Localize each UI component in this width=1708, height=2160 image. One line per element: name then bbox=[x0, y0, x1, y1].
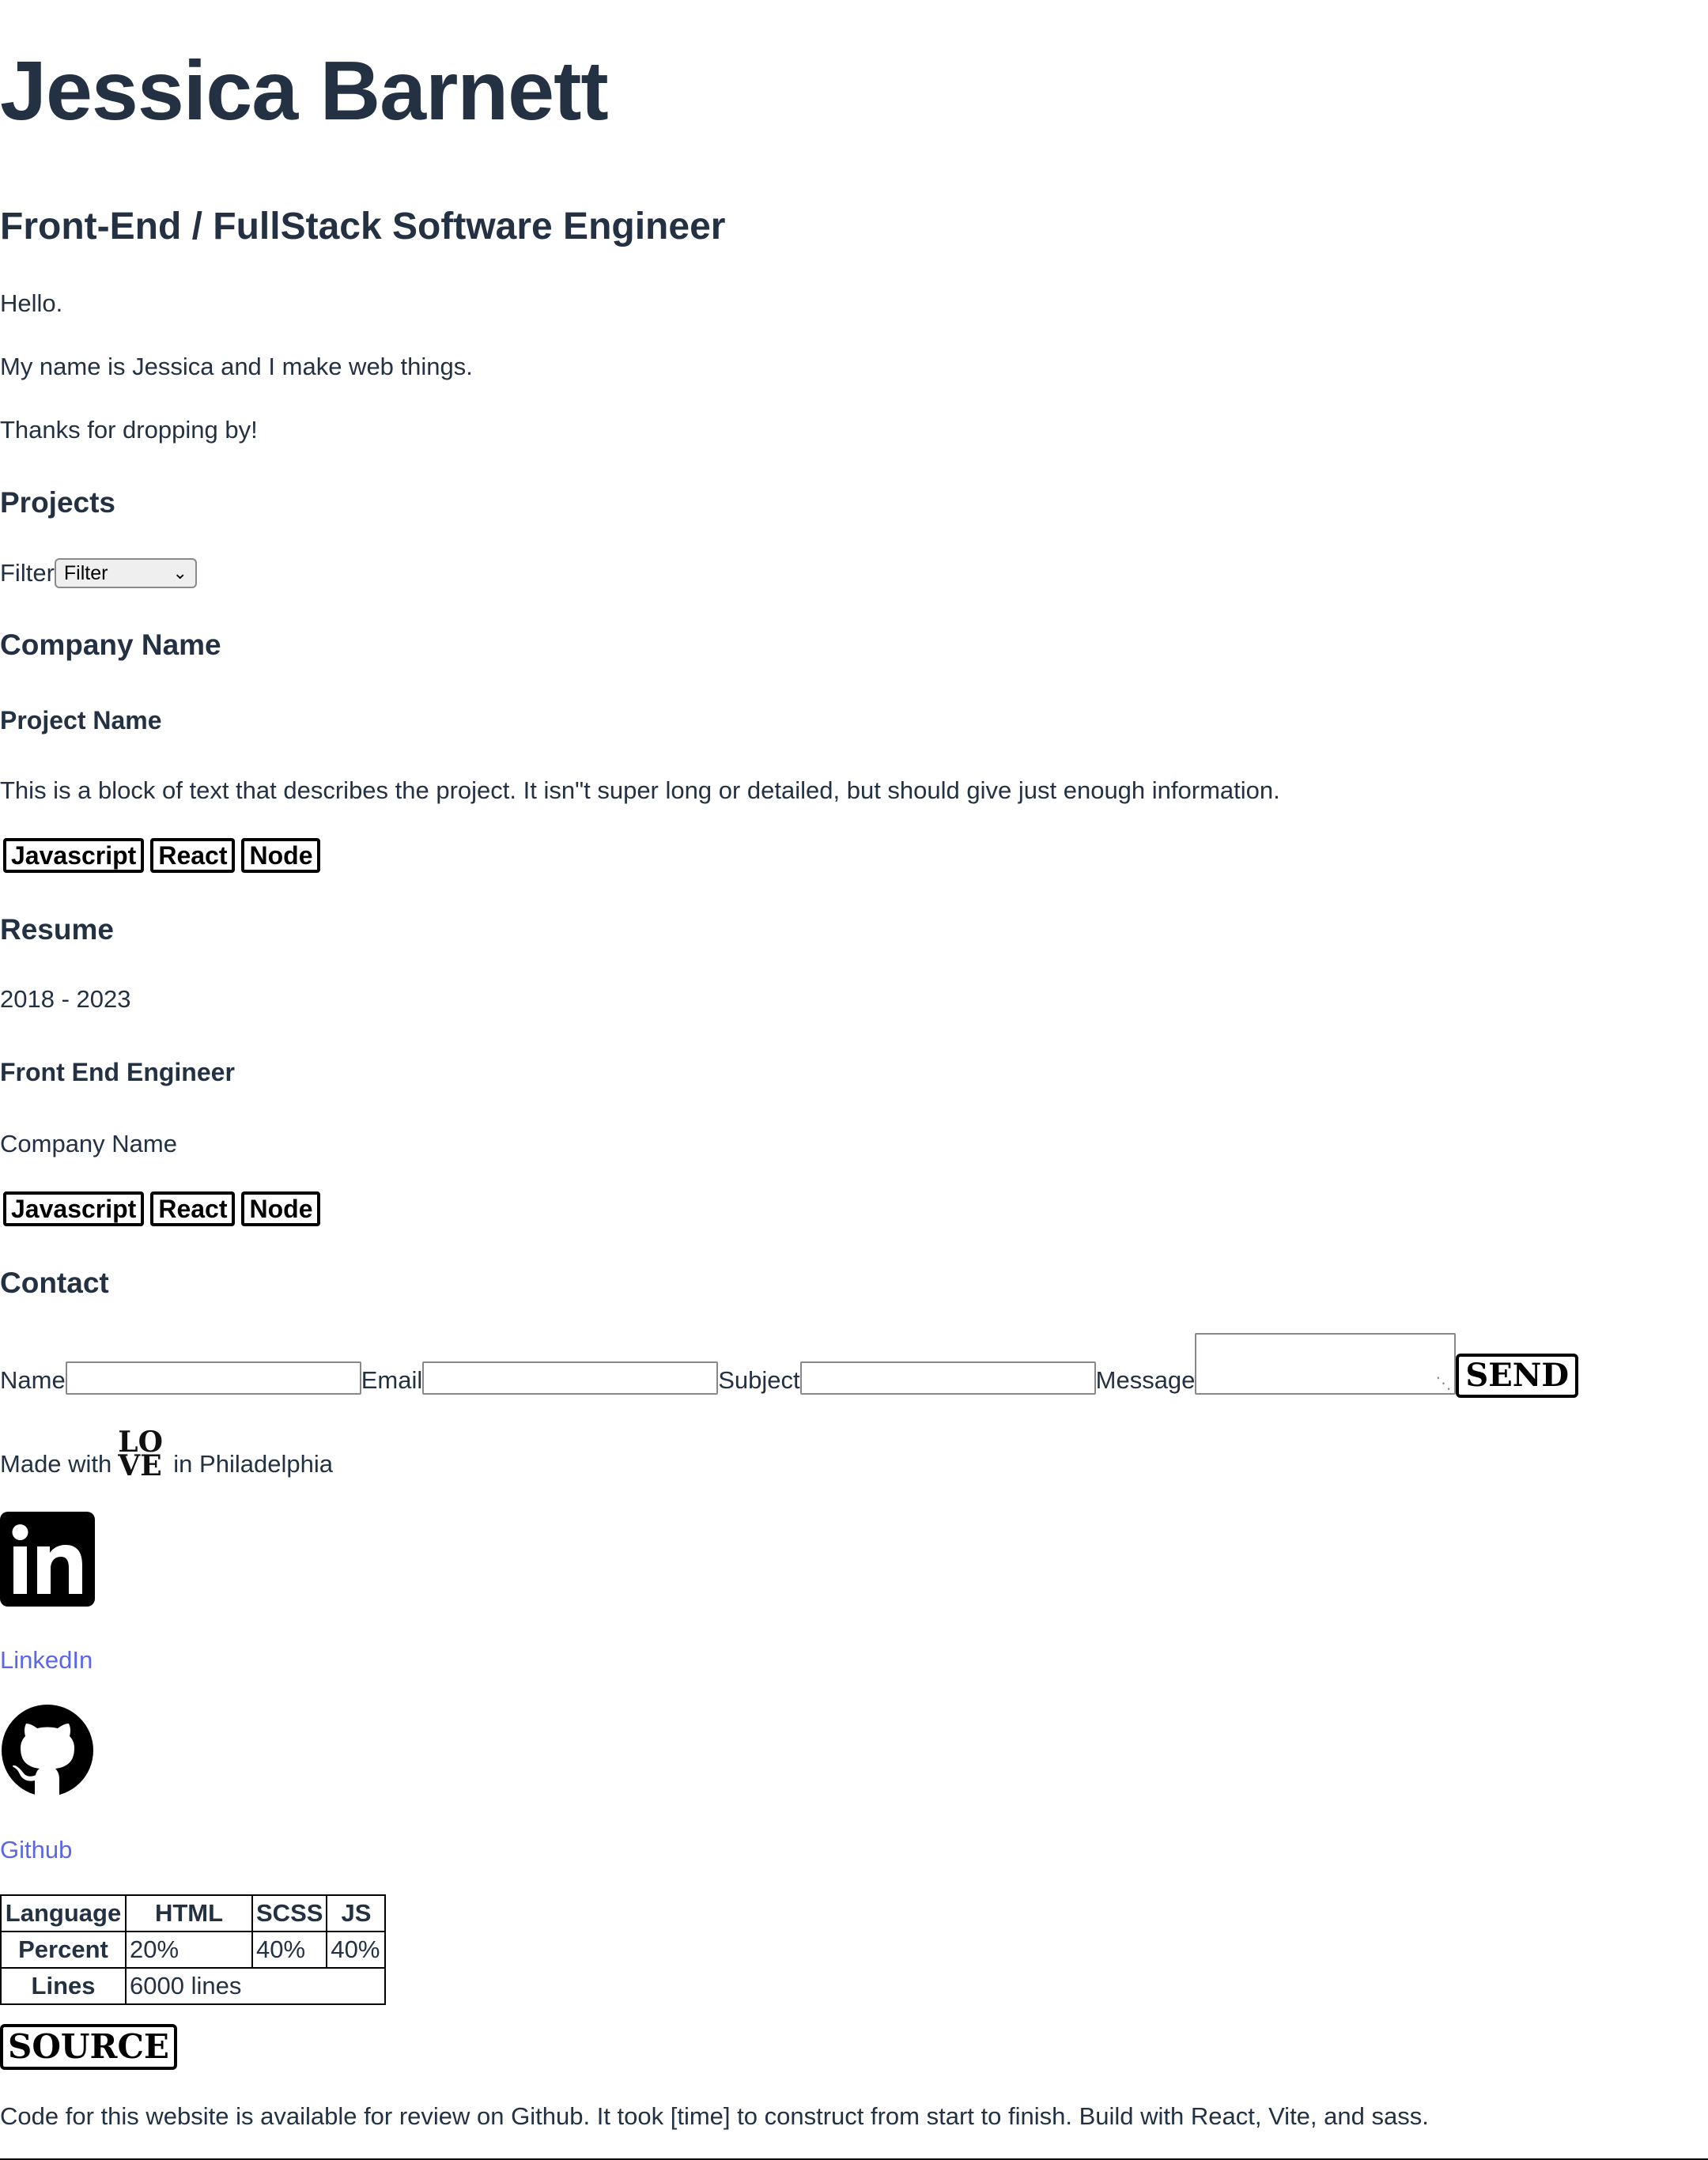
chevron-down-icon: ⌄ bbox=[172, 563, 187, 583]
made-prefix: Made with bbox=[0, 1450, 112, 1478]
resume-role: Front End Engineer bbox=[0, 1058, 235, 1086]
name-label: Name bbox=[0, 1366, 66, 1394]
table-header-cell: JS bbox=[326, 1894, 387, 1932]
source-button[interactable]: SOURCE bbox=[0, 2024, 177, 2070]
filter-select[interactable]: Filter ⌄ bbox=[54, 558, 197, 588]
intro-description: My name is Jessica and I make web things… bbox=[0, 353, 473, 380]
table-cell: 20% bbox=[125, 1931, 253, 1969]
linkedin-link[interactable]: LinkedIn bbox=[0, 1646, 93, 1675]
table-row-header: Percent bbox=[0, 1931, 127, 1969]
table-cell: 6000 lines bbox=[124, 1967, 387, 2005]
resize-grip-icon[interactable]: ⋱ bbox=[1435, 1376, 1451, 1392]
made-with: Made with LO VE in Philadelphia bbox=[0, 1428, 333, 1482]
email-field[interactable] bbox=[422, 1361, 719, 1395]
project-tags: Javascript React Node bbox=[3, 838, 321, 873]
source-note: Code for this website is available for r… bbox=[0, 2102, 1429, 2130]
language-stats-table: Language HTML SCSS JS Percent 20% 40% 40… bbox=[0, 1894, 387, 2005]
tag-react[interactable]: React bbox=[150, 838, 236, 873]
projects-heading: Projects bbox=[0, 486, 116, 519]
tag-javascript[interactable]: Javascript bbox=[3, 1191, 145, 1226]
love-icon: LO VE bbox=[116, 1428, 168, 1482]
name-field[interactable] bbox=[65, 1361, 361, 1395]
project-name: Project Name bbox=[0, 706, 162, 734]
message-label: Message bbox=[1095, 1366, 1196, 1394]
linkedin-icon[interactable] bbox=[0, 1512, 95, 1607]
email-label: Email bbox=[361, 1366, 423, 1394]
project-filter: Filter Filter ⌄ bbox=[0, 558, 197, 588]
project-company: Company Name bbox=[0, 629, 221, 661]
table-cell: 40% bbox=[326, 1931, 387, 1969]
intro-greeting: Hello. bbox=[0, 289, 63, 317]
contact-heading: Contact bbox=[0, 1267, 109, 1299]
table-header-cell: Language bbox=[0, 1894, 127, 1932]
intro-thanks: Thanks for dropping by! bbox=[0, 416, 258, 444]
table-row: Percent 20% 40% 40% bbox=[0, 1931, 387, 1969]
resume-dates: 2018 - 2023 bbox=[0, 985, 131, 1013]
github-link[interactable]: Github bbox=[0, 1836, 72, 1864]
tag-react[interactable]: React bbox=[150, 1191, 236, 1226]
table-header-cell: SCSS bbox=[251, 1894, 328, 1932]
made-suffix: in Philadelphia bbox=[173, 1450, 333, 1478]
table-row-header: Lines bbox=[0, 1967, 127, 2005]
tag-node[interactable]: Node bbox=[241, 838, 321, 873]
page-title: Jessica Barnett bbox=[0, 44, 609, 138]
filter-label: Filter bbox=[0, 559, 55, 587]
resume-company: Company Name bbox=[0, 1130, 177, 1157]
table-cell: 40% bbox=[251, 1931, 328, 1969]
job-title: Front-End / FullStack Software Engineer bbox=[0, 206, 726, 247]
subject-label: Subject bbox=[718, 1366, 800, 1394]
filter-selected-value: Filter bbox=[63, 561, 108, 584]
resume-heading: Resume bbox=[0, 913, 114, 946]
message-field[interactable]: ⋱ bbox=[1195, 1333, 1457, 1395]
subject-field[interactable] bbox=[799, 1361, 1096, 1395]
github-icon[interactable] bbox=[0, 1703, 95, 1798]
tag-node[interactable]: Node bbox=[241, 1191, 321, 1226]
resume-tags: Javascript React Node bbox=[3, 1191, 321, 1226]
send-button[interactable]: SEND bbox=[1456, 1354, 1579, 1398]
table-row: Lines 6000 lines bbox=[0, 1967, 387, 2005]
project-description: This is a block of text that describes t… bbox=[0, 776, 1280, 804]
table-row: Language HTML SCSS JS bbox=[0, 1894, 387, 1932]
tag-javascript[interactable]: Javascript bbox=[3, 838, 145, 873]
contact-form: Name Email Subject Message ⋱ SEND bbox=[0, 1333, 1579, 1398]
love-bottom-letters: VE bbox=[118, 1449, 162, 1482]
table-header-cell: HTML bbox=[125, 1894, 253, 1932]
